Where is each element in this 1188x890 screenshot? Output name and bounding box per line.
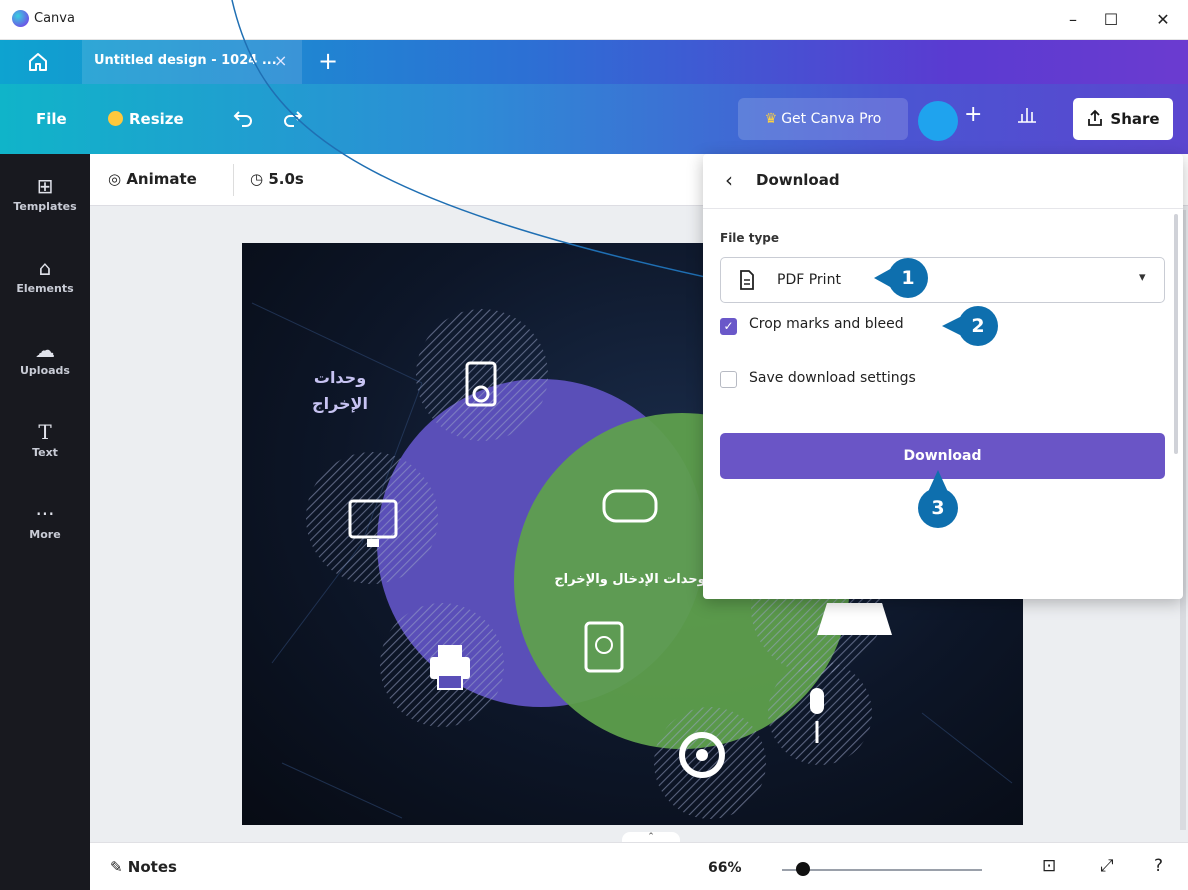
notes-icon: ✎ (110, 858, 128, 876)
zoom-slider[interactable] (782, 869, 982, 871)
fullscreen-icon[interactable]: ⤢ (1100, 856, 1114, 876)
zoom-slider-handle[interactable] (796, 862, 810, 876)
help-icon[interactable]: ? (1154, 856, 1163, 876)
page-count-icon[interactable]: ⊡ (1042, 856, 1056, 876)
step-marker-pointers (874, 268, 962, 492)
notes-button[interactable]: ✎ Notes (110, 858, 177, 876)
zoom-level: 66% (708, 860, 742, 876)
notes-label: Notes (127, 858, 177, 876)
bottom-bar (90, 842, 1188, 890)
